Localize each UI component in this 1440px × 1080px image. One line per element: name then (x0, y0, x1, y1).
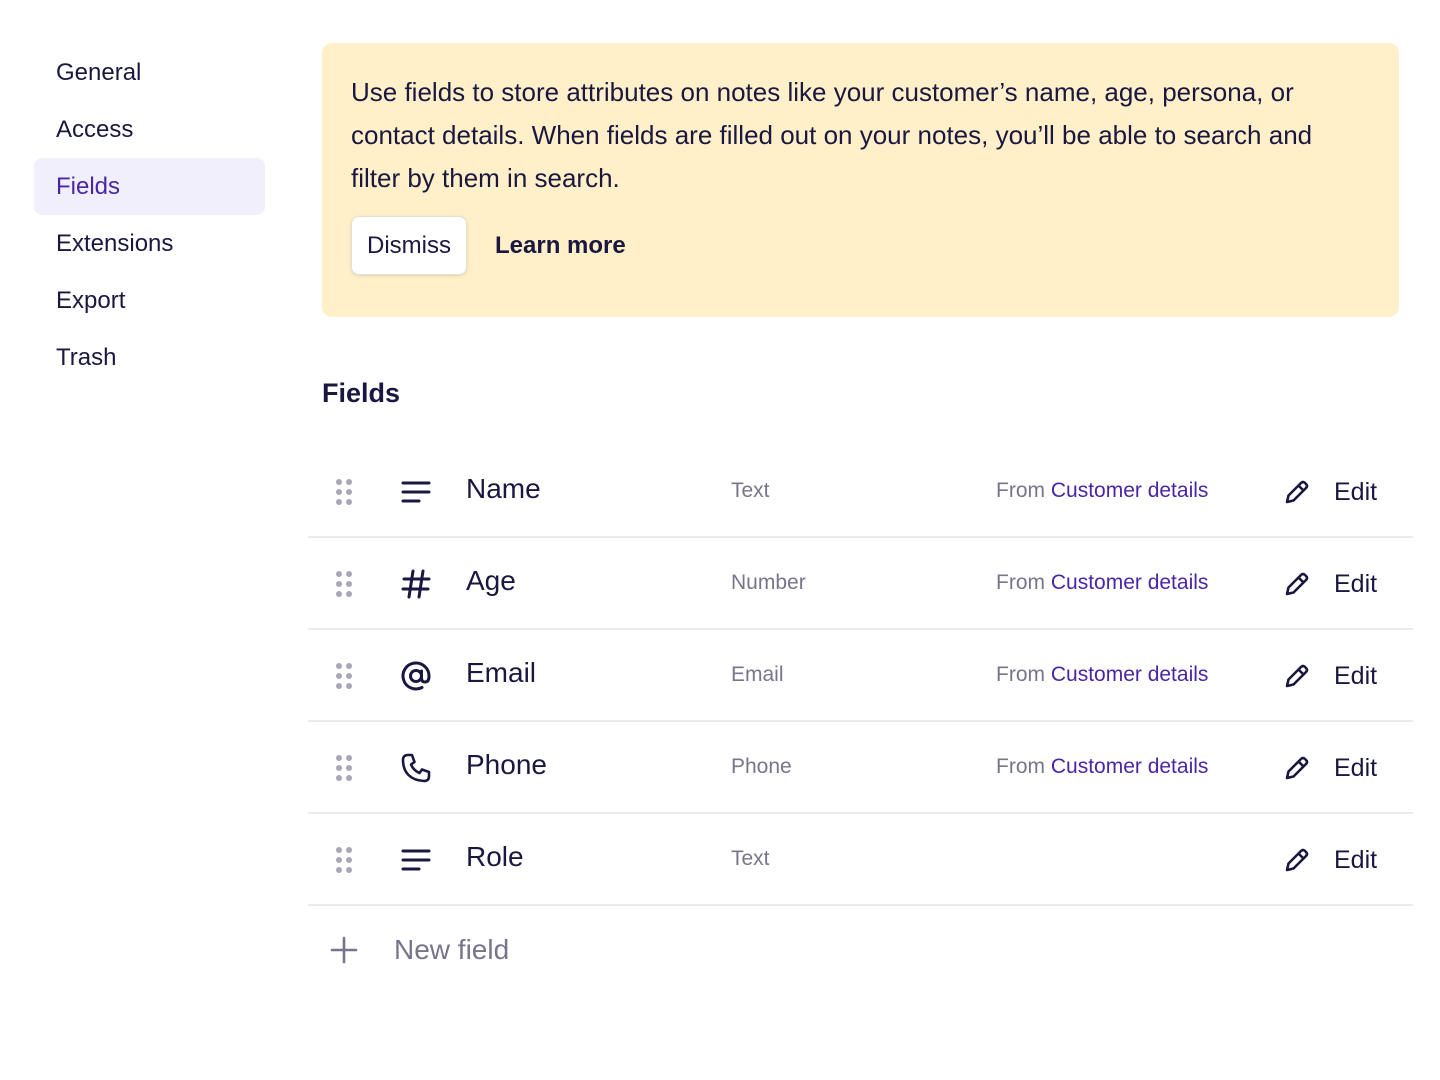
sidebar-item-general[interactable]: General (34, 44, 265, 101)
at-sign-icon (400, 660, 432, 692)
new-field-label: New field (394, 934, 510, 965)
field-name: Age (466, 565, 516, 596)
edit-label: Edit (1334, 753, 1378, 782)
drag-handle-icon[interactable] (336, 663, 352, 689)
learn-more-link[interactable]: Learn more (495, 232, 626, 260)
drag-handle-icon[interactable] (336, 479, 352, 505)
edit-label: Edit (1334, 845, 1378, 874)
sidebar-item-extensions[interactable]: Extensions (34, 215, 265, 272)
text-lines-icon (400, 844, 432, 876)
edit-field-button[interactable]: Edit (1283, 470, 1377, 514)
sidebar-item-export[interactable]: Export (34, 272, 265, 329)
pencil-icon (1283, 662, 1311, 690)
banner-actions: Dismiss Learn more (351, 216, 1370, 275)
edit-label: Edit (1334, 661, 1378, 690)
drag-handle-icon[interactable] (336, 847, 352, 873)
pencil-icon (1283, 478, 1311, 506)
field-source: From Customer details (996, 663, 1208, 687)
field-type: Number (731, 571, 806, 594)
field-source-link[interactable]: Customer details (1051, 755, 1209, 778)
field-source-link[interactable]: Customer details (1051, 479, 1209, 502)
field-source-prefix: From (996, 571, 1045, 594)
field-row-email: Email Email From Customer details Edit (308, 630, 1413, 722)
pencil-icon (1283, 570, 1311, 598)
sidebar-item-trash[interactable]: Trash (34, 329, 265, 386)
field-type: Text (731, 847, 770, 870)
field-source: From Customer details (996, 755, 1208, 779)
field-source-link[interactable]: Customer details (1051, 571, 1209, 594)
edit-field-button[interactable]: Edit (1283, 562, 1377, 606)
text-lines-icon (400, 476, 432, 508)
edit-field-button[interactable]: Edit (1283, 746, 1377, 790)
field-source-prefix: From (996, 663, 1045, 686)
section-title: Fields (322, 378, 401, 408)
edit-field-button[interactable]: Edit (1283, 654, 1377, 698)
field-row-name: Name Text From Customer details Edit (308, 446, 1413, 538)
field-row-role: Role Text Edit (308, 814, 1413, 906)
field-source-link[interactable]: Customer details (1051, 663, 1209, 686)
field-source: From Customer details (996, 479, 1208, 503)
pencil-icon (1283, 846, 1311, 874)
field-source-prefix: From (996, 479, 1045, 502)
field-source-prefix: From (996, 755, 1045, 778)
field-row-phone: Phone Phone From Customer details Edit (308, 722, 1413, 814)
phone-icon (400, 752, 432, 784)
field-name: Name (466, 473, 541, 504)
fields-list: Name Text From Customer details Edit Age… (308, 446, 1413, 906)
field-type: Email (731, 663, 784, 686)
field-type: Phone (731, 755, 792, 778)
drag-handle-icon[interactable] (336, 571, 352, 597)
settings-sidebar: General Access Fields Extensions Export … (34, 44, 265, 386)
field-name: Role (466, 841, 524, 872)
plus-icon (330, 936, 358, 964)
field-row-age: Age Number From Customer details Edit (308, 538, 1413, 630)
pencil-icon (1283, 754, 1311, 782)
edit-field-button[interactable]: Edit (1283, 838, 1377, 882)
info-banner: Use fields to store attributes on notes … (322, 43, 1399, 317)
edit-label: Edit (1334, 569, 1378, 598)
new-field-button[interactable]: New field (330, 928, 509, 972)
drag-handle-icon[interactable] (336, 755, 352, 781)
field-name: Email (466, 657, 537, 688)
hash-icon (400, 568, 432, 600)
field-name: Phone (466, 749, 547, 780)
dismiss-button[interactable]: Dismiss (351, 216, 467, 275)
sidebar-item-fields[interactable]: Fields (34, 158, 265, 215)
edit-label: Edit (1334, 477, 1378, 506)
field-source: From Customer details (996, 571, 1208, 595)
sidebar-item-access[interactable]: Access (34, 101, 265, 158)
banner-text: Use fields to store attributes on notes … (351, 77, 1313, 193)
field-type: Text (731, 479, 770, 502)
